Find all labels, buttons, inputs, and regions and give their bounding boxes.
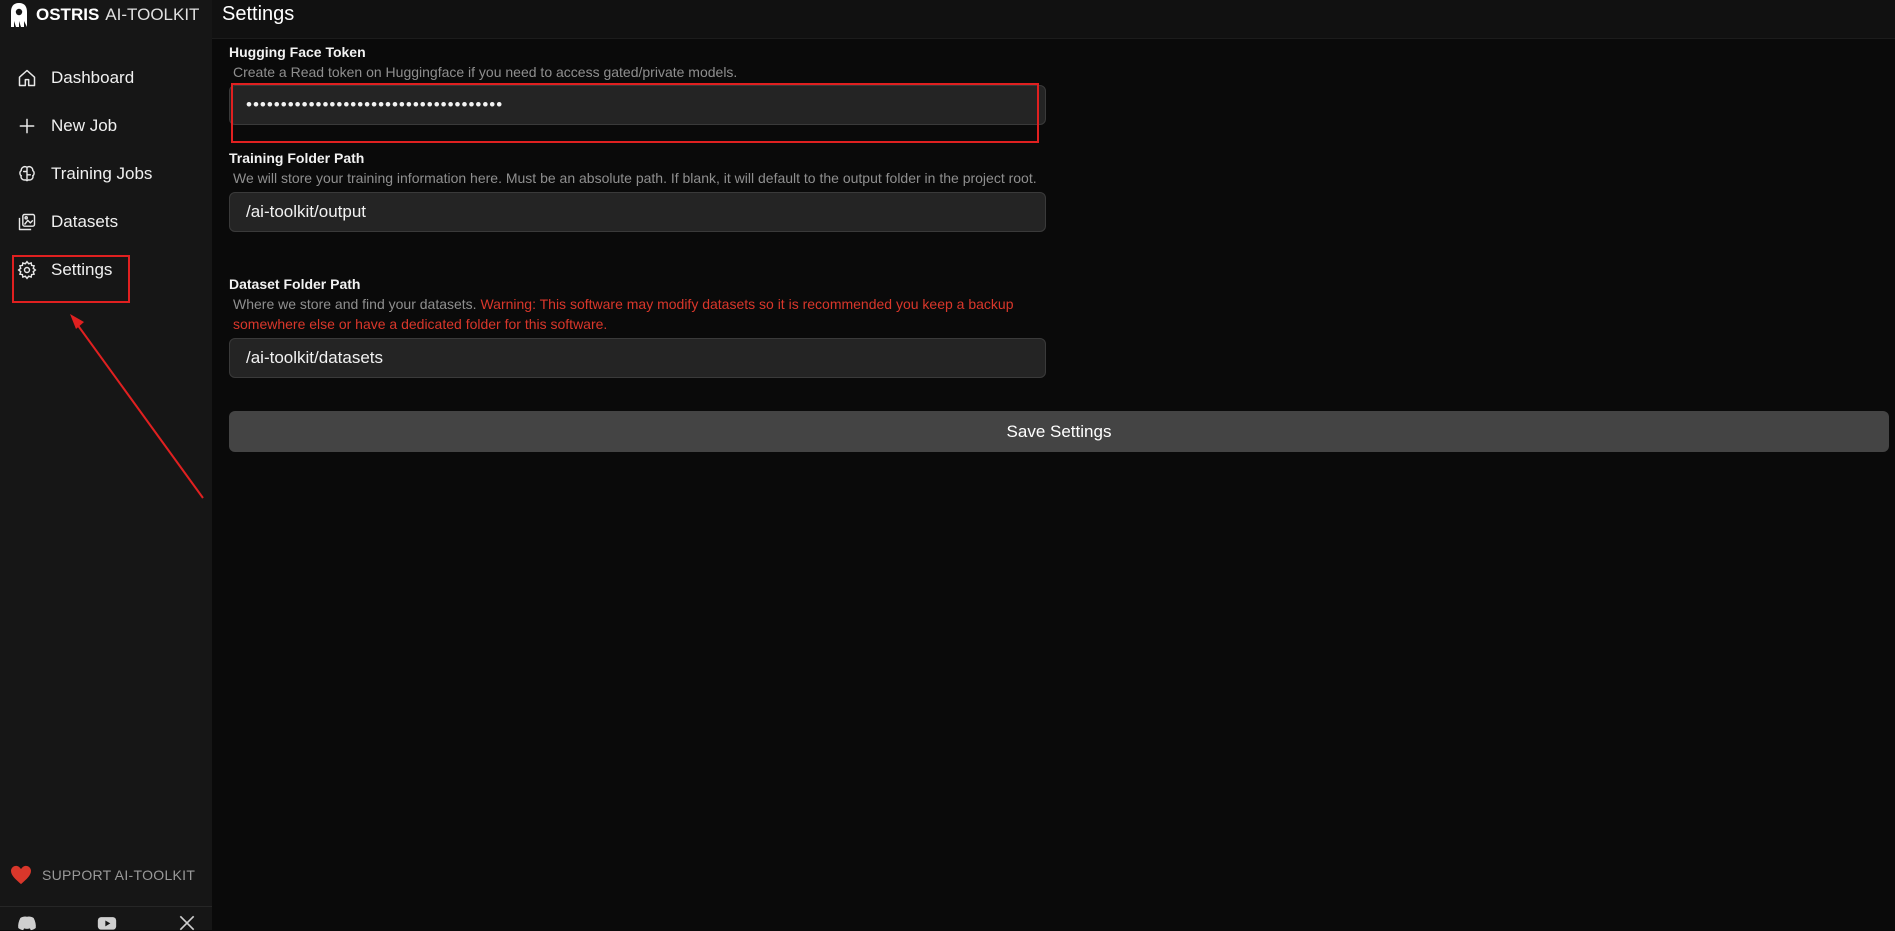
- images-icon: [18, 213, 36, 231]
- save-settings-button[interactable]: Save Settings: [229, 411, 1889, 452]
- brand-name-bold: OSTRIS: [36, 5, 100, 24]
- sidebar-item-settings[interactable]: Settings: [0, 246, 212, 294]
- sidebar-item-label: New Job: [51, 116, 118, 135]
- hf-token-label: Hugging Face Token: [229, 44, 366, 60]
- training-folder-field: Training Folder Path We will store your …: [229, 150, 1053, 232]
- brain-icon: [19, 165, 35, 182]
- training-folder-label: Training Folder Path: [229, 150, 365, 166]
- brand-name-rest: AI-TOOLKIT: [105, 5, 200, 24]
- sidebar-item-dashboard[interactable]: Dashboard: [0, 54, 212, 102]
- dataset-folder-label: Dataset Folder Path: [229, 276, 361, 292]
- heart-icon: [11, 865, 31, 885]
- ostris-logo-icon: [11, 3, 27, 27]
- dataset-folder-help-text: Where we store and find your datasets.: [233, 296, 477, 312]
- dataset-folder-field: Dataset Folder Path Where we store and f…: [229, 276, 1053, 378]
- gear-icon: [17, 260, 37, 280]
- sidebar-nav: Dashboard New Job Training Jobs Datasets: [0, 54, 212, 294]
- hf-token-field: Hugging Face Token Create a Read token o…: [229, 44, 1053, 125]
- page-title: Settings: [222, 3, 295, 25]
- sidebar-item-datasets[interactable]: Datasets: [0, 198, 212, 246]
- sidebar: OSTRIS AI-TOOLKIT Dashboard New Job Trai…: [0, 0, 212, 931]
- support-label: SUPPORT AI-TOOLKIT: [42, 867, 196, 883]
- sidebar-item-new-job[interactable]: New Job: [0, 102, 212, 150]
- discord-icon[interactable]: [17, 915, 37, 931]
- brand[interactable]: OSTRIS AI-TOOLKIT: [10, 0, 199, 30]
- sidebar-item-label: Datasets: [51, 212, 119, 231]
- sidebar-item-label: Training Jobs: [51, 164, 153, 183]
- sidebar-item-training-jobs[interactable]: Training Jobs: [0, 150, 212, 198]
- hf-token-input[interactable]: [229, 85, 1046, 125]
- social-links: [17, 915, 197, 931]
- dataset-folder-help: Where we store and find your datasets. W…: [233, 294, 1053, 334]
- sidebar-divider: [0, 906, 212, 907]
- topbar: Settings: [212, 0, 1895, 39]
- sidebar-item-label: Settings: [51, 260, 113, 279]
- youtube-icon[interactable]: [97, 915, 117, 931]
- training-folder-input[interactable]: [229, 192, 1046, 232]
- home-icon: [18, 69, 36, 87]
- training-folder-help: We will store your training information …: [233, 170, 1037, 186]
- sidebar-item-label: Dashboard: [51, 68, 135, 87]
- plus-icon: [19, 118, 35, 134]
- dataset-folder-input[interactable]: [229, 338, 1046, 378]
- x-icon[interactable]: [177, 915, 197, 931]
- hf-token-help: Create a Read token on Huggingface if yo…: [233, 64, 738, 80]
- support-link[interactable]: SUPPORT AI-TOOLKIT: [10, 865, 195, 885]
- annotation-arrow: [70, 314, 204, 499]
